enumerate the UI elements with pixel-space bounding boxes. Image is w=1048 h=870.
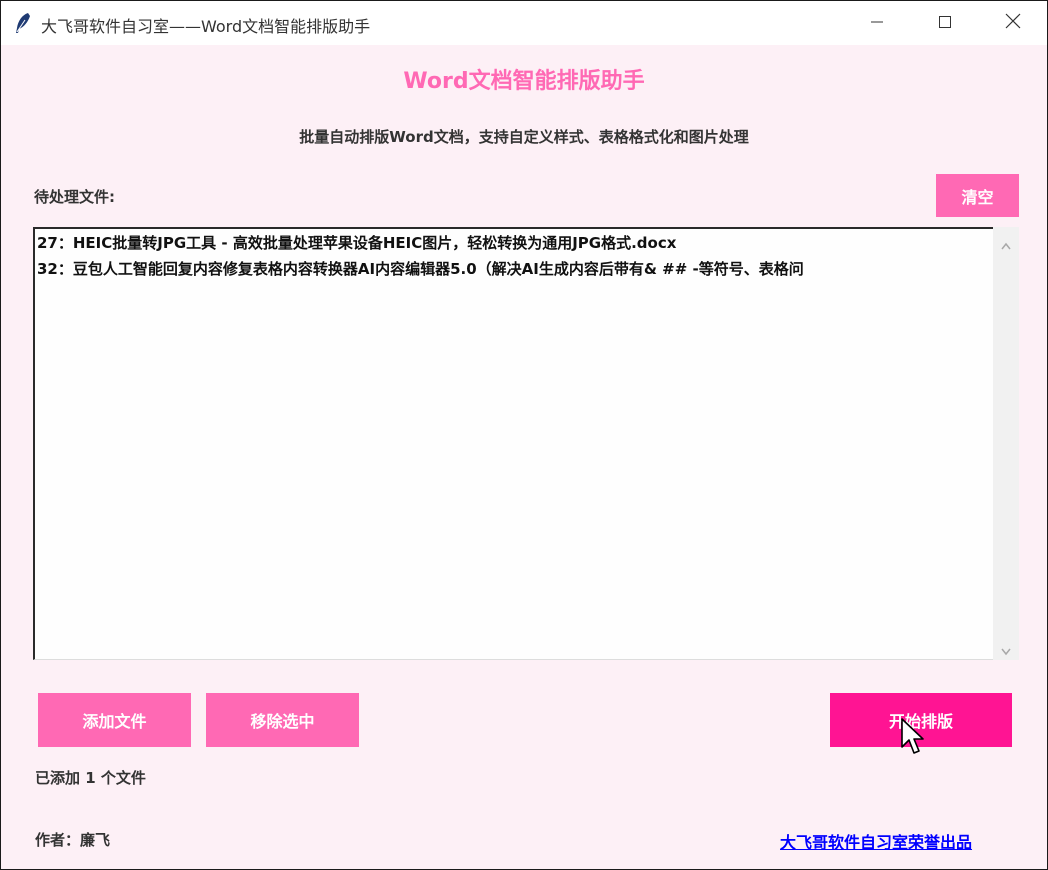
feather-icon — [13, 12, 33, 34]
page-subtitle: 批量自动排版Word文档，支持自定义样式、表格格式化和图片处理 — [299, 128, 749, 146]
maximize-icon — [938, 14, 952, 33]
title-bar[interactable]: 大飞哥软件自习室——Word文档智能排版助手 — [1, 1, 1047, 45]
app-window: 大飞哥软件自习室——Word文档智能排版助手 Word文档智能排版助手 批量自动… — [0, 0, 1048, 870]
scroll-up-icon[interactable] — [1001, 235, 1011, 254]
file-listbox[interactable]: 27：HEIC批量转JPG工具 - 高效批量处理苹果设备HEIC图片，轻松转换为… — [33, 227, 993, 660]
vertical-scrollbar[interactable] — [993, 227, 1019, 660]
minimize-button[interactable] — [843, 1, 911, 45]
mouse-pointer-icon — [900, 717, 926, 759]
brand-link[interactable]: 大飞哥软件自习室荣誉出品 — [780, 829, 972, 853]
list-item[interactable]: 27：HEIC批量转JPG工具 - 高效批量处理苹果设备HEIC图片，轻松转换为… — [37, 232, 676, 254]
maximize-button[interactable] — [911, 1, 979, 45]
close-button[interactable] — [979, 1, 1047, 45]
minimize-icon — [870, 14, 884, 33]
list-item[interactable]: 32：豆包人工智能回复内容修复表格内容转换器AI内容编辑器5.0（解决AI生成内… — [37, 258, 804, 280]
remove-selected-button[interactable]: 移除选中 — [206, 693, 359, 747]
close-icon — [1005, 13, 1021, 33]
page-title: Word文档智能排版助手 — [403, 69, 645, 94]
clear-button[interactable]: 清空 — [936, 174, 1019, 217]
status-text: 已添加 1 个文件 — [35, 769, 146, 787]
files-label: 待处理文件: — [34, 188, 115, 206]
window-title: 大飞哥软件自习室——Word文档智能排版助手 — [41, 17, 371, 36]
author-label: 作者：廉飞 — [35, 831, 111, 849]
add-files-button[interactable]: 添加文件 — [38, 693, 191, 747]
scroll-down-icon[interactable] — [1001, 641, 1011, 660]
